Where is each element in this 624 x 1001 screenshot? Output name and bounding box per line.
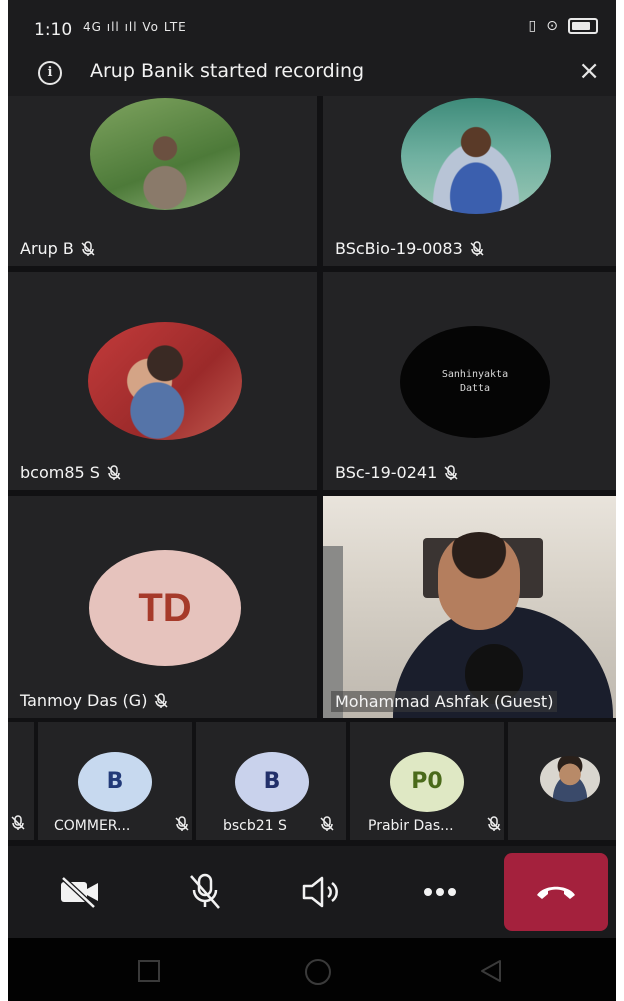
- participant-tile-bsc0241[interactable]: Sanhinyakta Datta BSc-19-0241: [323, 272, 616, 490]
- participant-tile-tanmoy[interactable]: TD Tanmoy Das (G): [8, 496, 317, 718]
- participant-name: Prabir Das...: [368, 818, 454, 834]
- participant-label: Arup B: [20, 239, 96, 258]
- participant-label: Mohammad Ashfak (Guest): [331, 691, 558, 712]
- participant-name: bcom85 S: [20, 463, 100, 482]
- participant-name: Mohammad Ashfak (Guest): [335, 692, 554, 711]
- mic-muted-icon: [487, 816, 501, 831]
- participant-tile-arup[interactable]: Arup B: [8, 96, 317, 266]
- initials-avatar: TD: [89, 550, 241, 666]
- call-controls: [8, 846, 616, 938]
- phone-screen: 1:10 4G ıll ıll Vo LTE ▯ ⊙ i Arup Banik …: [8, 0, 616, 1001]
- status-time: 1:10: [34, 20, 73, 40]
- more-icon: [424, 888, 456, 896]
- avatar: [88, 322, 242, 440]
- mic-muted-icon: [107, 464, 121, 480]
- phone-hangup-icon: [537, 886, 575, 899]
- strip-tile-prabir[interactable]: P0 Prabir Das...: [350, 722, 504, 840]
- recents-icon[interactable]: [136, 958, 162, 984]
- banner-text: Arup Banik started recording: [90, 60, 365, 82]
- strip-tile-partial[interactable]: [8, 722, 34, 840]
- system-nav-bar: [8, 938, 616, 1001]
- participant-label: BSc-19-0241: [335, 463, 459, 482]
- network-signal: 4G ıll ıll Vo LTE: [83, 20, 187, 34]
- avatar: [401, 98, 551, 214]
- participant-name: BSc-19-0241: [335, 463, 438, 482]
- participant-label: BScBio-19-0083: [335, 239, 485, 258]
- rotation-lock-icon: ⊙: [546, 18, 558, 34]
- avatar-text: Sanhinyakta Datta: [441, 369, 509, 394]
- initials-avatar: B: [235, 752, 309, 812]
- mic-muted-icon: [81, 240, 95, 256]
- mic-muted-icon: [444, 464, 458, 480]
- avatar: [90, 98, 240, 210]
- mic-muted-icon: [154, 692, 168, 708]
- participant-video-ashfak[interactable]: Mohammad Ashfak (Guest): [323, 496, 616, 718]
- home-icon[interactable]: [303, 958, 333, 988]
- initials-avatar: B: [78, 752, 152, 812]
- mic-muted-icon: [470, 240, 484, 256]
- strip-tile-photo[interactable]: [508, 722, 616, 840]
- strip-tile-commer[interactable]: B COMMER...: [38, 722, 192, 840]
- back-icon[interactable]: [478, 958, 504, 984]
- participant-name: COMMER...: [54, 818, 131, 834]
- status-bar: 1:10 4G ıll ıll Vo LTE ▯ ⊙: [8, 0, 616, 58]
- initials-avatar: P0: [390, 752, 464, 812]
- participant-tile-bscbio[interactable]: BScBio-19-0083: [323, 96, 616, 266]
- participant-label: bcom85 S: [20, 463, 122, 482]
- mic-muted-icon: [11, 815, 25, 830]
- vibrate-icon: ▯: [528, 18, 537, 34]
- person-head: [438, 532, 520, 630]
- mic-off-icon: [190, 873, 220, 909]
- participant-name: Arup B: [20, 239, 74, 258]
- avatar: Sanhinyakta Datta: [400, 326, 550, 438]
- speaker-icon: [302, 876, 338, 908]
- speaker-button[interactable]: [300, 870, 344, 914]
- battery-icon: [568, 18, 598, 34]
- mic-off-button[interactable]: [183, 870, 227, 914]
- participant-label: Tanmoy Das (G): [20, 691, 169, 710]
- info-icon: i: [38, 61, 62, 85]
- hang-up-button[interactable]: [504, 853, 608, 931]
- status-icons: ▯ ⊙: [529, 18, 598, 34]
- participant-name: bscb21 S: [223, 818, 287, 834]
- strip-tile-bscb21[interactable]: B bscb21 S: [196, 722, 346, 840]
- participant-name: BScBio-19-0083: [335, 239, 463, 258]
- mic-muted-icon: [175, 816, 189, 831]
- participant-tile-bcom85[interactable]: bcom85 S: [8, 272, 317, 490]
- camera-off-button[interactable]: [58, 870, 102, 914]
- mic-muted-icon: [320, 816, 334, 831]
- camera-off-icon: [61, 876, 98, 909]
- participant-name: Tanmoy Das (G): [20, 691, 148, 710]
- recording-banner: i Arup Banik started recording ×: [8, 52, 616, 96]
- close-icon[interactable]: ×: [578, 56, 600, 86]
- more-options-button[interactable]: [418, 870, 462, 914]
- avatar: [540, 756, 600, 802]
